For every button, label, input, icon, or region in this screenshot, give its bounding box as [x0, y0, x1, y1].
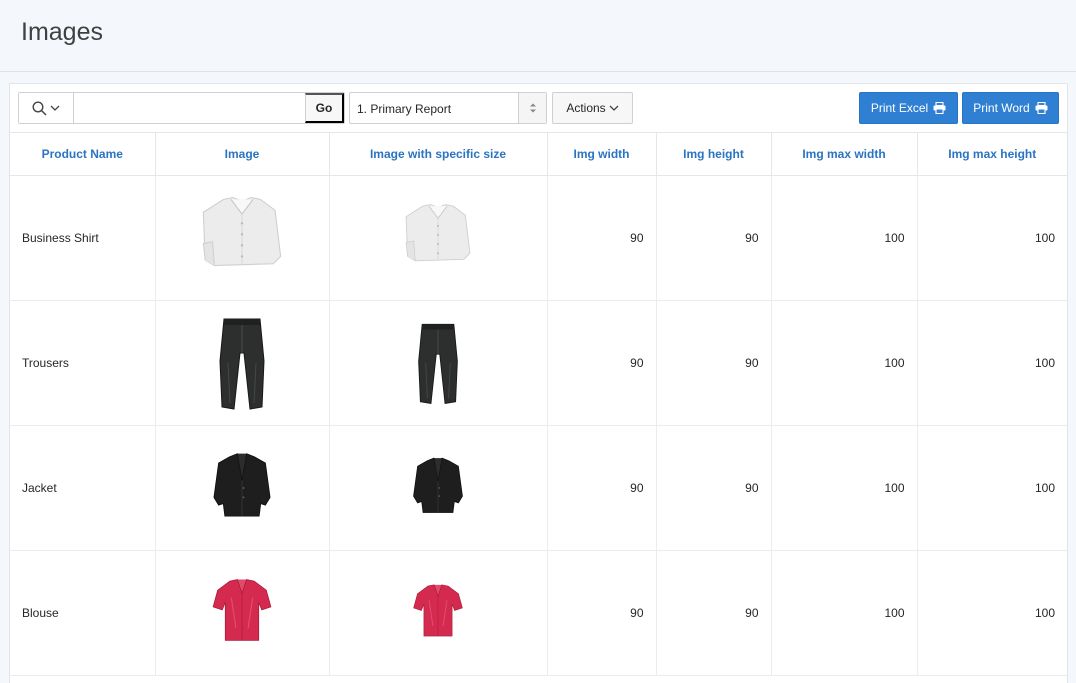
img-width-cell: 90: [547, 300, 657, 426]
image-specific-size-cell: [329, 550, 548, 676]
red-blouse-image: [413, 583, 463, 637]
image-cell: [155, 175, 330, 301]
img-max-height-cell: 100: [917, 175, 1067, 301]
product-name-cell: Trousers: [10, 300, 156, 426]
black-trousers-image: [219, 318, 265, 409]
report-select[interactable]: 1. Primary Report: [349, 92, 547, 124]
actions-button[interactable]: Actions: [552, 92, 633, 124]
image-cell: [155, 300, 330, 426]
column-header-img-width[interactable]: Img width: [547, 133, 657, 176]
chevron-down-icon: [50, 105, 60, 111]
search-icon: [32, 100, 47, 116]
black-trousers-image: [418, 323, 458, 404]
image-specific-size-cell: [329, 175, 548, 301]
product-name-cell: Business Shirt: [10, 175, 156, 301]
image-specific-size-cell: [329, 300, 548, 426]
img-width-cell: 90: [547, 425, 657, 551]
img-max-width-cell: 100: [771, 550, 918, 676]
report-table: Product Name Image Image with specific s…: [10, 133, 1067, 676]
page-title: Images: [21, 18, 103, 46]
img-max-height-cell: 100: [917, 425, 1067, 551]
column-header-img-height[interactable]: Img height: [656, 133, 772, 176]
black-jacket-image: [213, 452, 271, 516]
go-button[interactable]: Go: [305, 93, 344, 123]
printer-icon: [933, 102, 946, 114]
img-height-cell: 90: [656, 300, 772, 426]
report-select-value: 1. Primary Report: [357, 102, 452, 116]
image-cell: [155, 425, 330, 551]
report-region: Go 1. Primary Report Actions Print Excel…: [9, 83, 1068, 683]
img-max-height-cell: 100: [917, 550, 1067, 676]
actions-label: Actions: [566, 101, 606, 115]
print-excel-label: Print Excel: [870, 101, 929, 115]
column-header-image-specific-size[interactable]: Image with specific size: [329, 133, 548, 176]
img-width-cell: 90: [547, 175, 657, 301]
column-header-image[interactable]: Image: [155, 133, 330, 176]
search-columns-button[interactable]: [19, 93, 74, 123]
select-arrows-icon: [518, 93, 546, 123]
print-excel-button[interactable]: Print Excel: [859, 92, 958, 124]
report-toolbar: Go 1. Primary Report Actions Print Excel…: [10, 84, 1067, 133]
chevron-down-icon: [609, 105, 619, 111]
column-header-img-max-height[interactable]: Img max height: [917, 133, 1067, 176]
table-header-row: Product Name Image Image with specific s…: [10, 133, 1067, 176]
product-name-cell: Jacket: [10, 425, 156, 551]
search-input[interactable]: [75, 93, 305, 123]
page-header: Images: [0, 0, 1076, 72]
img-height-cell: 90: [656, 175, 772, 301]
img-max-width-cell: 100: [771, 175, 918, 301]
img-width-cell: 90: [547, 550, 657, 676]
red-blouse-image: [212, 578, 272, 641]
print-word-label: Print Word: [973, 101, 1030, 115]
table-row: Blouse 90 90 100 100: [10, 550, 1067, 676]
img-max-height-cell: 100: [917, 300, 1067, 426]
img-height-cell: 90: [656, 550, 772, 676]
white-shirt-image: [405, 203, 471, 261]
column-header-product-name[interactable]: Product Name: [10, 133, 156, 176]
column-header-img-max-width[interactable]: Img max width: [771, 133, 918, 176]
black-jacket-image: [413, 457, 463, 513]
table-row: Business Shirt 90 90 100 100: [10, 175, 1067, 301]
printer-icon: [1035, 102, 1048, 114]
print-word-button[interactable]: Print Word: [962, 92, 1059, 124]
img-height-cell: 90: [656, 425, 772, 551]
product-name-cell: Blouse: [10, 550, 156, 676]
image-specific-size-cell: [329, 425, 548, 551]
image-cell: [155, 550, 330, 676]
table-row: Jacket 90 90 100 100: [10, 425, 1067, 551]
white-shirt-image: [202, 196, 282, 266]
table-row: Trousers 90 90 100 100: [10, 300, 1067, 426]
img-max-width-cell: 100: [771, 300, 918, 426]
img-max-width-cell: 100: [771, 425, 918, 551]
search-group: Go: [18, 92, 345, 124]
